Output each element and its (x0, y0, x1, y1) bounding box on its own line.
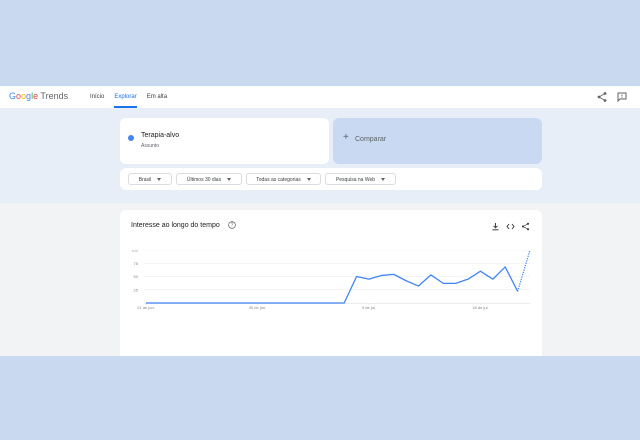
series-line (146, 266, 519, 304)
nav-explore[interactable]: Explorar (114, 86, 138, 108)
chevron-down-icon (306, 178, 311, 182)
time-select[interactable]: Últimos 30 dias (176, 173, 242, 185)
y-tick-label: 50 (134, 274, 139, 279)
region-value: Brasil (138, 177, 152, 183)
category-select[interactable]: Todas as categorias (246, 173, 321, 185)
chevron-down-icon (157, 178, 162, 182)
google-trends-logo[interactable]: Google Trends (9, 91, 68, 101)
plus-icon: + (343, 132, 349, 143)
y-tick-label: 75 (134, 261, 139, 266)
logo-trends-text: Trends (40, 91, 69, 101)
compare-button[interactable]: + Comparar (333, 118, 542, 164)
search-term-card[interactable]: Terapia-alvo Assunto (120, 118, 329, 164)
search-type-select[interactable]: Pesquisa na Web (325, 173, 396, 185)
search-type-value: Pesquisa na Web (335, 177, 376, 183)
category-value: Todas as categorias (256, 177, 301, 183)
x-tick-label: 9 de jul. (362, 305, 376, 310)
share-icon[interactable] (596, 91, 608, 103)
logo-letter: G (9, 91, 17, 101)
trends-screen: Google Trends Início Explorar Em alta Te… (0, 86, 640, 356)
feedback-icon[interactable] (616, 91, 628, 103)
embed-icon[interactable] (506, 222, 515, 231)
chart-title: Interesse ao longo do tempo (131, 222, 220, 229)
svg-text:?: ? (231, 223, 234, 229)
y-tick-label: 25 (134, 287, 139, 292)
nav-home[interactable]: Início (90, 86, 104, 108)
nav-trending[interactable]: Em alta (147, 86, 167, 108)
chevron-down-icon (227, 178, 232, 182)
x-tick-label: 30 de jun. (249, 305, 267, 310)
term-title: Terapia-alvo (141, 132, 180, 139)
download-icon[interactable] (491, 222, 500, 231)
logo-letter: e (33, 91, 39, 101)
interest-line-chart: 100 75 50 25 21 de jun. 30 de jun. 9 de jul. 18… (131, 250, 531, 310)
series-partial-segment (516, 250, 531, 292)
term-color-dot (128, 135, 134, 141)
help-icon[interactable]: ? (228, 221, 236, 229)
region-select[interactable]: Brasil (128, 173, 172, 185)
term-type: Assunto (141, 143, 160, 149)
chevron-down-icon (381, 178, 386, 182)
x-tick-label: 18 de jul. (472, 305, 488, 310)
filter-bar: Brasil Últimos 30 dias Todas as categori… (120, 168, 542, 190)
compare-label: Comparar (355, 136, 387, 143)
interest-over-time-card: Interesse ao longo do tempo ? 100 75 50 25 2… (120, 210, 542, 356)
time-value: Últimos 30 dias (186, 177, 222, 183)
y-tick-label: 100 (131, 250, 138, 253)
share-icon[interactable] (521, 222, 530, 231)
top-app-bar: Google Trends Início Explorar Em alta (0, 86, 640, 108)
main-nav: Início Explorar Em alta (90, 86, 167, 108)
x-tick-label: 21 de jun. (137, 305, 155, 310)
